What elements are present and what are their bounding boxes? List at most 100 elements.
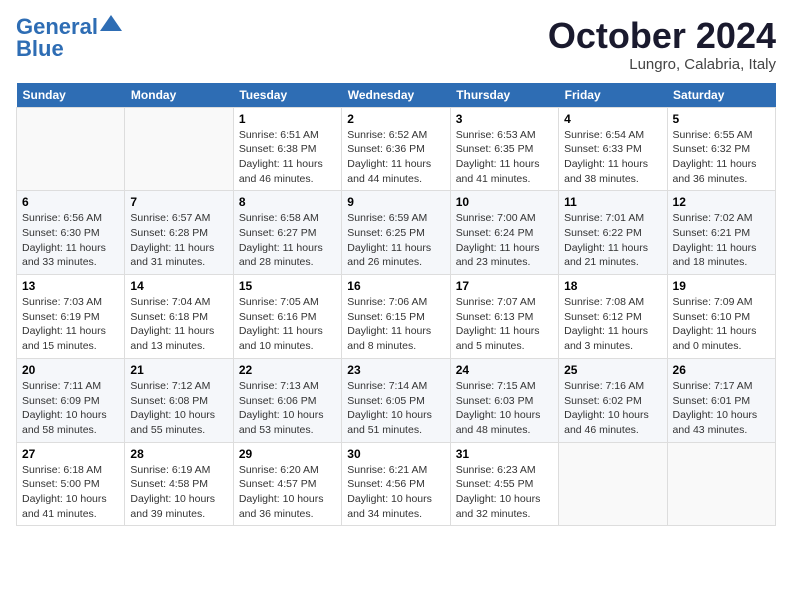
- calendar-cell: [559, 442, 667, 526]
- calendar-cell: 23 Sunrise: 7:14 AMSunset: 6:05 PMDayligh…: [342, 358, 450, 442]
- calendar-cell: 15 Sunrise: 7:05 AMSunset: 6:16 PMDayligh…: [233, 275, 341, 359]
- calendar-cell: 22 Sunrise: 7:13 AMSunset: 6:06 PMDayligh…: [233, 358, 341, 442]
- calendar-cell: 30Sunrise: 6:21 AMSunset: 4:56 PMDayligh…: [342, 442, 450, 526]
- header-tuesday: Tuesday: [233, 83, 341, 108]
- day-info: Sunrise: 7:14 AMSunset: 6:05 PMDaylight:…: [347, 379, 444, 438]
- calendar-week-row: 6 Sunrise: 6:56 AMSunset: 6:30 PMDaylight…: [17, 191, 776, 275]
- day-number: 20: [22, 363, 119, 377]
- day-info: Sunrise: 7:05 AMSunset: 6:16 PMDaylight:…: [239, 295, 336, 354]
- day-info: Sunrise: 6:57 AMSunset: 6:28 PMDaylight:…: [130, 211, 227, 270]
- day-info: Sunrise: 7:07 AMSunset: 6:13 PMDaylight:…: [456, 295, 553, 354]
- calendar-cell: [667, 442, 775, 526]
- day-info: Sunrise: 7:04 AMSunset: 6:18 PMDaylight:…: [130, 295, 227, 354]
- calendar-cell: 12 Sunrise: 7:02 AMSunset: 6:21 PMDayligh…: [667, 191, 775, 275]
- day-info: Sunrise: 7:09 AMSunset: 6:10 PMDaylight:…: [673, 295, 770, 354]
- day-info: Sunrise: 7:13 AMSunset: 6:06 PMDaylight:…: [239, 379, 336, 438]
- day-info: Sunrise: 7:17 AMSunset: 6:01 PMDaylight:…: [673, 379, 770, 438]
- calendar-cell: 13 Sunrise: 7:03 AMSunset: 6:19 PMDayligh…: [17, 275, 125, 359]
- day-number: 23: [347, 363, 444, 377]
- header-friday: Friday: [559, 83, 667, 108]
- day-number: 6: [22, 195, 119, 209]
- day-info: Sunrise: 6:21 AMSunset: 4:56 PMDaylight:…: [347, 463, 444, 522]
- calendar-cell: 14 Sunrise: 7:04 AMSunset: 6:18 PMDayligh…: [125, 275, 233, 359]
- day-number: 27: [22, 447, 119, 461]
- day-number: 22: [239, 363, 336, 377]
- day-info: Sunrise: 6:55 AMSunset: 6:32 PMDaylight:…: [673, 128, 770, 187]
- day-number: 18: [564, 279, 661, 293]
- calendar-cell: 9Sunrise: 6:59 AMSunset: 6:25 PMDaylight…: [342, 191, 450, 275]
- day-info: Sunrise: 7:06 AMSunset: 6:15 PMDaylight:…: [347, 295, 444, 354]
- calendar-cell: 24Sunrise: 7:15 AMSunset: 6:03 PMDayligh…: [450, 358, 558, 442]
- day-number: 13: [22, 279, 119, 293]
- calendar-cell: 10 Sunrise: 7:00 AMSunset: 6:24 PMDayligh…: [450, 191, 558, 275]
- day-info: Sunrise: 7:03 AMSunset: 6:19 PMDaylight:…: [22, 295, 119, 354]
- calendar-cell: 3 Sunrise: 6:53 AMSunset: 6:35 PMDaylight…: [450, 107, 558, 191]
- month-title: October 2024: [548, 16, 776, 56]
- day-number: 28: [130, 447, 227, 461]
- day-number: 8: [239, 195, 336, 209]
- day-number: 3: [456, 112, 553, 126]
- title-block: October 2024 Lungro, Calabria, Italy: [548, 16, 776, 73]
- day-number: 29: [239, 447, 336, 461]
- logo-icon: [100, 15, 122, 31]
- calendar-cell: 26Sunrise: 7:17 AMSunset: 6:01 PMDayligh…: [667, 358, 775, 442]
- calendar-cell: 1 Sunrise: 6:51 AMSunset: 6:38 PMDaylight…: [233, 107, 341, 191]
- calendar-cell: [125, 107, 233, 191]
- day-number: 4: [564, 112, 661, 126]
- calendar-cell: 20Sunrise: 7:11 AMSunset: 6:09 PMDayligh…: [17, 358, 125, 442]
- calendar-week-row: 1 Sunrise: 6:51 AMSunset: 6:38 PMDaylight…: [17, 107, 776, 191]
- calendar-cell: 27Sunrise: 6:18 AMSunset: 5:00 PMDayligh…: [17, 442, 125, 526]
- day-info: Sunrise: 6:58 AMSunset: 6:27 PMDaylight:…: [239, 211, 336, 270]
- day-number: 31: [456, 447, 553, 461]
- day-info: Sunrise: 6:19 AMSunset: 4:58 PMDaylight:…: [130, 463, 227, 522]
- calendar-table: SundayMondayTuesdayWednesdayThursdayFrid…: [16, 83, 776, 527]
- calendar-cell: [17, 107, 125, 191]
- day-info: Sunrise: 7:16 AMSunset: 6:02 PMDaylight:…: [564, 379, 661, 438]
- day-number: 2: [347, 112, 444, 126]
- day-info: Sunrise: 6:51 AMSunset: 6:38 PMDaylight:…: [239, 128, 336, 187]
- calendar-cell: 28 Sunrise: 6:19 AMSunset: 4:58 PMDayligh…: [125, 442, 233, 526]
- calendar-week-row: 27Sunrise: 6:18 AMSunset: 5:00 PMDayligh…: [17, 442, 776, 526]
- page-header: General Blue October 2024 Lungro, Calabr…: [16, 16, 776, 73]
- day-number: 9: [347, 195, 444, 209]
- calendar-cell: 11 Sunrise: 7:01 AMSunset: 6:22 PMDayligh…: [559, 191, 667, 275]
- day-number: 16: [347, 279, 444, 293]
- day-number: 5: [673, 112, 770, 126]
- day-number: 17: [456, 279, 553, 293]
- calendar-cell: 6 Sunrise: 6:56 AMSunset: 6:30 PMDaylight…: [17, 191, 125, 275]
- calendar-cell: 16 Sunrise: 7:06 AMSunset: 6:15 PMDayligh…: [342, 275, 450, 359]
- calendar-cell: 21 Sunrise: 7:12 AMSunset: 6:08 PMDayligh…: [125, 358, 233, 442]
- logo-text-blue: Blue: [16, 38, 64, 60]
- calendar-header-row: SundayMondayTuesdayWednesdayThursdayFrid…: [17, 83, 776, 108]
- calendar-cell: 5 Sunrise: 6:55 AMSunset: 6:32 PMDaylight…: [667, 107, 775, 191]
- day-info: Sunrise: 6:23 AMSunset: 4:55 PMDaylight:…: [456, 463, 553, 522]
- logo: General Blue: [16, 16, 122, 60]
- day-number: 12: [673, 195, 770, 209]
- day-number: 15: [239, 279, 336, 293]
- header-thursday: Thursday: [450, 83, 558, 108]
- calendar-cell: 17 Sunrise: 7:07 AMSunset: 6:13 PMDayligh…: [450, 275, 558, 359]
- calendar-week-row: 13 Sunrise: 7:03 AMSunset: 6:19 PMDayligh…: [17, 275, 776, 359]
- day-number: 21: [130, 363, 227, 377]
- day-info: Sunrise: 6:53 AMSunset: 6:35 PMDaylight:…: [456, 128, 553, 187]
- calendar-cell: 19Sunrise: 7:09 AMSunset: 6:10 PMDayligh…: [667, 275, 775, 359]
- day-info: Sunrise: 6:54 AMSunset: 6:33 PMDaylight:…: [564, 128, 661, 187]
- day-info: Sunrise: 7:12 AMSunset: 6:08 PMDaylight:…: [130, 379, 227, 438]
- calendar-cell: 7 Sunrise: 6:57 AMSunset: 6:28 PMDaylight…: [125, 191, 233, 275]
- day-number: 25: [564, 363, 661, 377]
- day-info: Sunrise: 7:08 AMSunset: 6:12 PMDaylight:…: [564, 295, 661, 354]
- day-info: Sunrise: 7:00 AMSunset: 6:24 PMDaylight:…: [456, 211, 553, 270]
- day-number: 10: [456, 195, 553, 209]
- day-number: 1: [239, 112, 336, 126]
- day-number: 14: [130, 279, 227, 293]
- day-number: 7: [130, 195, 227, 209]
- header-wednesday: Wednesday: [342, 83, 450, 108]
- day-number: 11: [564, 195, 661, 209]
- day-info: Sunrise: 7:02 AMSunset: 6:21 PMDaylight:…: [673, 211, 770, 270]
- calendar-cell: 25 Sunrise: 7:16 AMSunset: 6:02 PMDayligh…: [559, 358, 667, 442]
- calendar-cell: 18 Sunrise: 7:08 AMSunset: 6:12 PMDayligh…: [559, 275, 667, 359]
- header-sunday: Sunday: [17, 83, 125, 108]
- calendar-cell: 31 Sunrise: 6:23 AMSunset: 4:55 PMDayligh…: [450, 442, 558, 526]
- day-info: Sunrise: 6:56 AMSunset: 6:30 PMDaylight:…: [22, 211, 119, 270]
- day-info: Sunrise: 7:01 AMSunset: 6:22 PMDaylight:…: [564, 211, 661, 270]
